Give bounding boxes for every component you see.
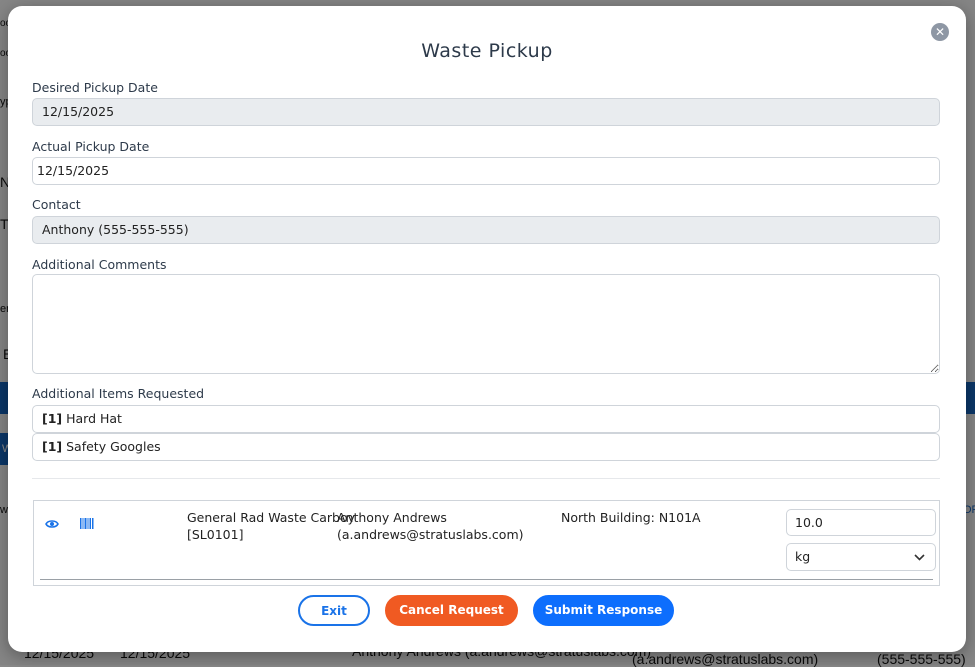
table-divider: [40, 579, 933, 580]
container-name: General Rad Waste Carboy: [187, 510, 356, 525]
section-divider: [32, 478, 940, 479]
waste-table: General Rad Waste Carboy [SL0101] Anthon…: [33, 500, 940, 586]
item-name: Hard Hat: [66, 411, 122, 426]
exit-button[interactable]: Exit: [298, 595, 370, 626]
cancel-request-button[interactable]: Cancel Request: [385, 595, 518, 626]
contact-name: Anthony Andrews: [337, 510, 447, 525]
item-qty: [1]: [42, 439, 63, 454]
eye-icon[interactable]: [45, 516, 59, 534]
chevron-down-icon: [914, 544, 925, 570]
actual-pickup-label: Actual Pickup Date: [32, 139, 150, 154]
waste-pickup-modal: ✕ Waste Pickup Desired Pickup Date 12/15…: [8, 6, 966, 652]
item-row: [1] Hard Hat: [32, 405, 940, 433]
contact-field: Anthony (555-555-555): [32, 216, 940, 244]
desired-pickup-field: 12/15/2025: [32, 98, 940, 126]
actual-pickup-input[interactable]: 12/15/2025: [32, 157, 940, 185]
items-requested-label: Additional Items Requested: [32, 386, 205, 401]
close-icon[interactable]: ✕: [931, 23, 949, 41]
comments-textarea[interactable]: [32, 274, 940, 374]
contact-label: Contact: [32, 197, 81, 212]
item-row: [1] Safety Googles: [32, 433, 940, 461]
location-cell: North Building: N101A: [561, 510, 701, 525]
comments-label: Additional Comments: [32, 257, 167, 272]
container-cell: General Rad Waste Carboy [SL0101]: [187, 509, 355, 543]
contact-email: (a.andrews@stratuslabs.com): [337, 527, 524, 542]
contact-cell: Anthony Andrews (a.andrews@stratuslabs.c…: [337, 509, 524, 543]
quantity-input[interactable]: 10.0: [786, 509, 936, 536]
submit-response-button[interactable]: Submit Response: [533, 595, 674, 626]
unit-select[interactable]: kg: [786, 543, 936, 571]
item-name: Safety Googles: [66, 439, 161, 454]
container-id: [SL0101]: [187, 527, 244, 542]
unit-value: kg: [795, 549, 811, 564]
modal-title: Waste Pickup: [421, 40, 553, 62]
desired-pickup-label: Desired Pickup Date: [32, 80, 158, 95]
barcode-icon[interactable]: [80, 516, 94, 534]
item-qty: [1]: [42, 411, 63, 426]
